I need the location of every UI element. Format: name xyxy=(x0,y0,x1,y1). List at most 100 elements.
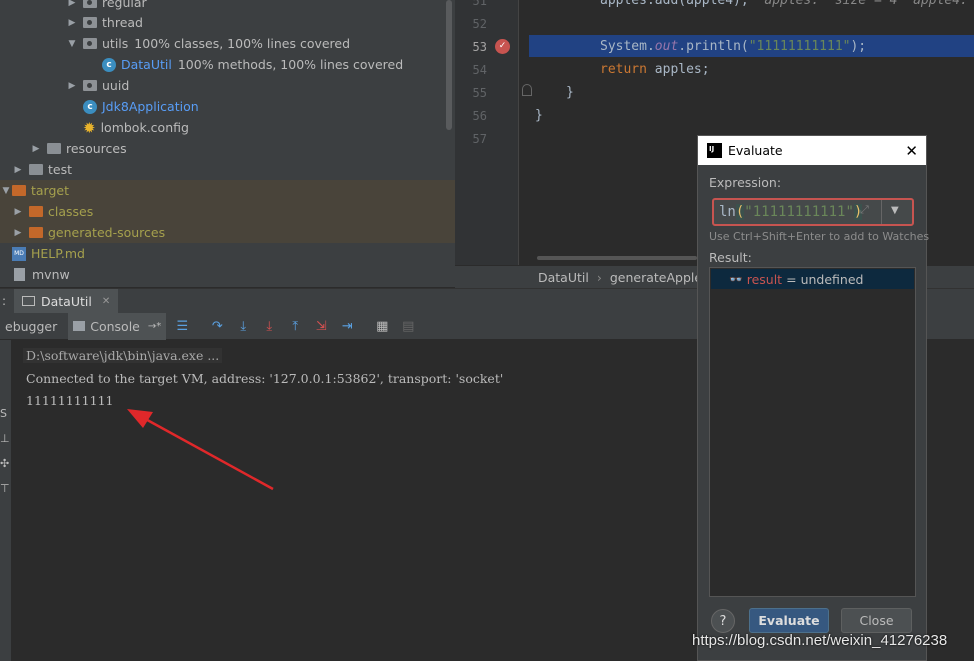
chevron-down-icon[interactable]: ▼ xyxy=(66,39,78,49)
line-number: 51 xyxy=(472,0,487,8)
folder-icon xyxy=(47,143,61,154)
chevron-right-icon: › xyxy=(596,269,602,285)
console-line: Connected to the target VM, address: '12… xyxy=(26,371,504,386)
evaluate-button[interactable]: Evaluate xyxy=(749,608,829,633)
package-icon xyxy=(83,38,97,49)
restart-icon[interactable]: S xyxy=(0,407,10,420)
dialog-titlebar[interactable]: IJ Evaluate ✕ xyxy=(698,136,926,165)
code-line-56: } xyxy=(535,108,543,123)
markdown-icon: MD xyxy=(12,246,26,261)
run-to-cursor-icon[interactable]: ⇥ xyxy=(339,318,355,334)
tree-item-lombok-config[interactable]: ✹ lombok.config xyxy=(0,117,455,138)
folder-icon xyxy=(29,206,43,217)
tab-console[interactable]: Console →* xyxy=(68,312,167,340)
code-line-51: apples.add(apple4); apples: size = 4 app… xyxy=(600,0,968,8)
drop-frame-icon[interactable]: ⇲ xyxy=(313,318,329,334)
expression-label: Expression: xyxy=(709,175,782,190)
chevron-right-icon[interactable]: ▶ xyxy=(12,165,24,175)
expression-input[interactable]: ln("11111111111") xyxy=(712,198,914,226)
settings-icon[interactable]: ✣ xyxy=(0,457,10,470)
line-number: 57 xyxy=(472,132,487,146)
package-icon xyxy=(83,0,97,8)
close-icon[interactable]: ✕ xyxy=(905,142,918,160)
tree-item-mvnw[interactable]: mvnw xyxy=(0,264,455,285)
breadcrumb-item[interactable]: generateApples xyxy=(610,270,709,285)
watermark: https://blog.csdn.net/weixin_41276238 xyxy=(692,632,948,649)
tree-item-thread[interactable]: ▶ thread xyxy=(0,12,455,33)
result-label: Result: xyxy=(709,250,752,265)
trash-icon[interactable]: ⊤ xyxy=(0,482,10,495)
expand-icon[interactable]: ⤢ xyxy=(860,203,869,217)
close-icon[interactable]: ✕ xyxy=(102,296,110,307)
result-tree[interactable]: 👓 result = undefined xyxy=(709,267,916,597)
class-icon: c xyxy=(102,57,116,72)
watch-hint: Use Ctrl+Shift+Enter to add to Watches xyxy=(709,230,930,243)
evaluate-dialog: IJ Evaluate ✕ Expression: ln("1111111111… xyxy=(697,135,930,661)
watch-glasses-icon: 👓 xyxy=(729,272,743,286)
console-line: D:\software\jdk\bin\java.exe ... xyxy=(23,348,223,363)
divider xyxy=(881,200,882,224)
tab-debugger[interactable]: ebugger xyxy=(0,313,62,340)
tree-item-test[interactable]: ▶ test xyxy=(0,159,455,180)
code-line-55: } xyxy=(566,85,574,100)
file-icon xyxy=(14,268,25,281)
console-line: 11111111111 xyxy=(26,393,114,408)
console-icon xyxy=(73,321,86,331)
show-frames-icon[interactable]: ☰ xyxy=(174,318,190,334)
tree-item-datautil[interactable]: c DataUtil 100% methods, 100% lines covere… xyxy=(0,54,455,75)
breadcrumb-item[interactable]: DataUtil xyxy=(538,270,589,285)
step-into-icon[interactable]: ⤓ xyxy=(235,318,251,334)
chevron-right-icon[interactable]: ▶ xyxy=(12,228,24,238)
step-over-icon[interactable]: ↷ xyxy=(209,318,225,334)
coverage-text: 100% methods, 100% lines covered xyxy=(177,57,404,72)
chevron-right-icon[interactable]: ▶ xyxy=(66,81,78,91)
debug-label-fragment: : xyxy=(2,294,7,308)
coverage-text: 100% classes, 100% lines covered xyxy=(134,36,351,51)
force-step-into-icon[interactable]: ⤓ xyxy=(261,318,277,334)
step-out-icon[interactable]: ⤒ xyxy=(287,318,303,334)
tree-item-jdk8application[interactable]: c Jdk8Application xyxy=(0,96,455,117)
project-tree: ▶ regular ▶ thread ▼ utils 100% classes, 100… xyxy=(0,0,455,287)
line-number: 55 xyxy=(472,86,487,100)
chevron-down-icon[interactable]: ▼ xyxy=(891,205,899,216)
result-row[interactable]: 👓 result = undefined xyxy=(711,269,914,289)
evaluate-expression-icon[interactable]: ▦ xyxy=(374,318,390,334)
tree-item-classes[interactable]: ▶ classes xyxy=(0,201,455,222)
help-button[interactable]: ? xyxy=(711,609,735,633)
editor-scrollbar[interactable] xyxy=(537,256,697,260)
resume-icon[interactable]: ⊥ xyxy=(0,432,10,445)
tree-scrollbar[interactable] xyxy=(446,0,452,130)
code-line-54: return apples; xyxy=(600,62,710,77)
package-icon xyxy=(83,17,97,28)
chevron-right-icon[interactable]: ▶ xyxy=(12,207,24,217)
tree-item-resources[interactable]: ▶ resources xyxy=(0,138,455,159)
debug-side-strip: S ⊥ ✣ ⊤ xyxy=(0,340,11,661)
chevron-right-icon[interactable]: ▶ xyxy=(30,144,42,154)
fold-icon[interactable] xyxy=(522,84,532,96)
pin-icon[interactable]: →* xyxy=(148,321,161,332)
chevron-right-icon[interactable]: ▶ xyxy=(66,18,78,28)
tree-item-uuid[interactable]: ▶ uuid xyxy=(0,75,455,96)
tree-item-utils[interactable]: ▼ utils 100% classes, 100% lines covered xyxy=(0,33,455,54)
monitor-icon xyxy=(22,296,35,306)
class-icon: c xyxy=(83,99,97,114)
tree-item-target[interactable]: ▼ target xyxy=(0,180,455,201)
close-button[interactable]: Close xyxy=(841,608,912,633)
dialog-title: Evaluate xyxy=(728,143,783,158)
tree-item-generated-sources[interactable]: ▶ generated-sources xyxy=(0,222,455,243)
breakpoint-icon[interactable]: ✓ xyxy=(495,39,510,54)
folder-icon xyxy=(29,227,43,238)
gear-icon: ✹ xyxy=(83,118,96,137)
line-number: 56 xyxy=(472,109,487,123)
debug-session-tab[interactable]: DataUtil ✕ xyxy=(14,288,119,314)
inline-debug-hint: apples: size = 4 apple4: xyxy=(764,0,968,8)
intellij-logo-icon: IJ xyxy=(707,143,722,158)
tree-item-help-md[interactable]: MD HELP.md xyxy=(0,243,455,264)
line-number: 54 xyxy=(472,63,487,77)
package-icon xyxy=(83,80,97,91)
trace-icon[interactable]: ▤ xyxy=(400,318,416,334)
folder-icon xyxy=(12,185,26,196)
chevron-down-icon[interactable]: ▼ xyxy=(0,186,12,196)
chevron-right-icon[interactable]: ▶ xyxy=(66,0,78,8)
line-number: 52 xyxy=(472,17,487,31)
